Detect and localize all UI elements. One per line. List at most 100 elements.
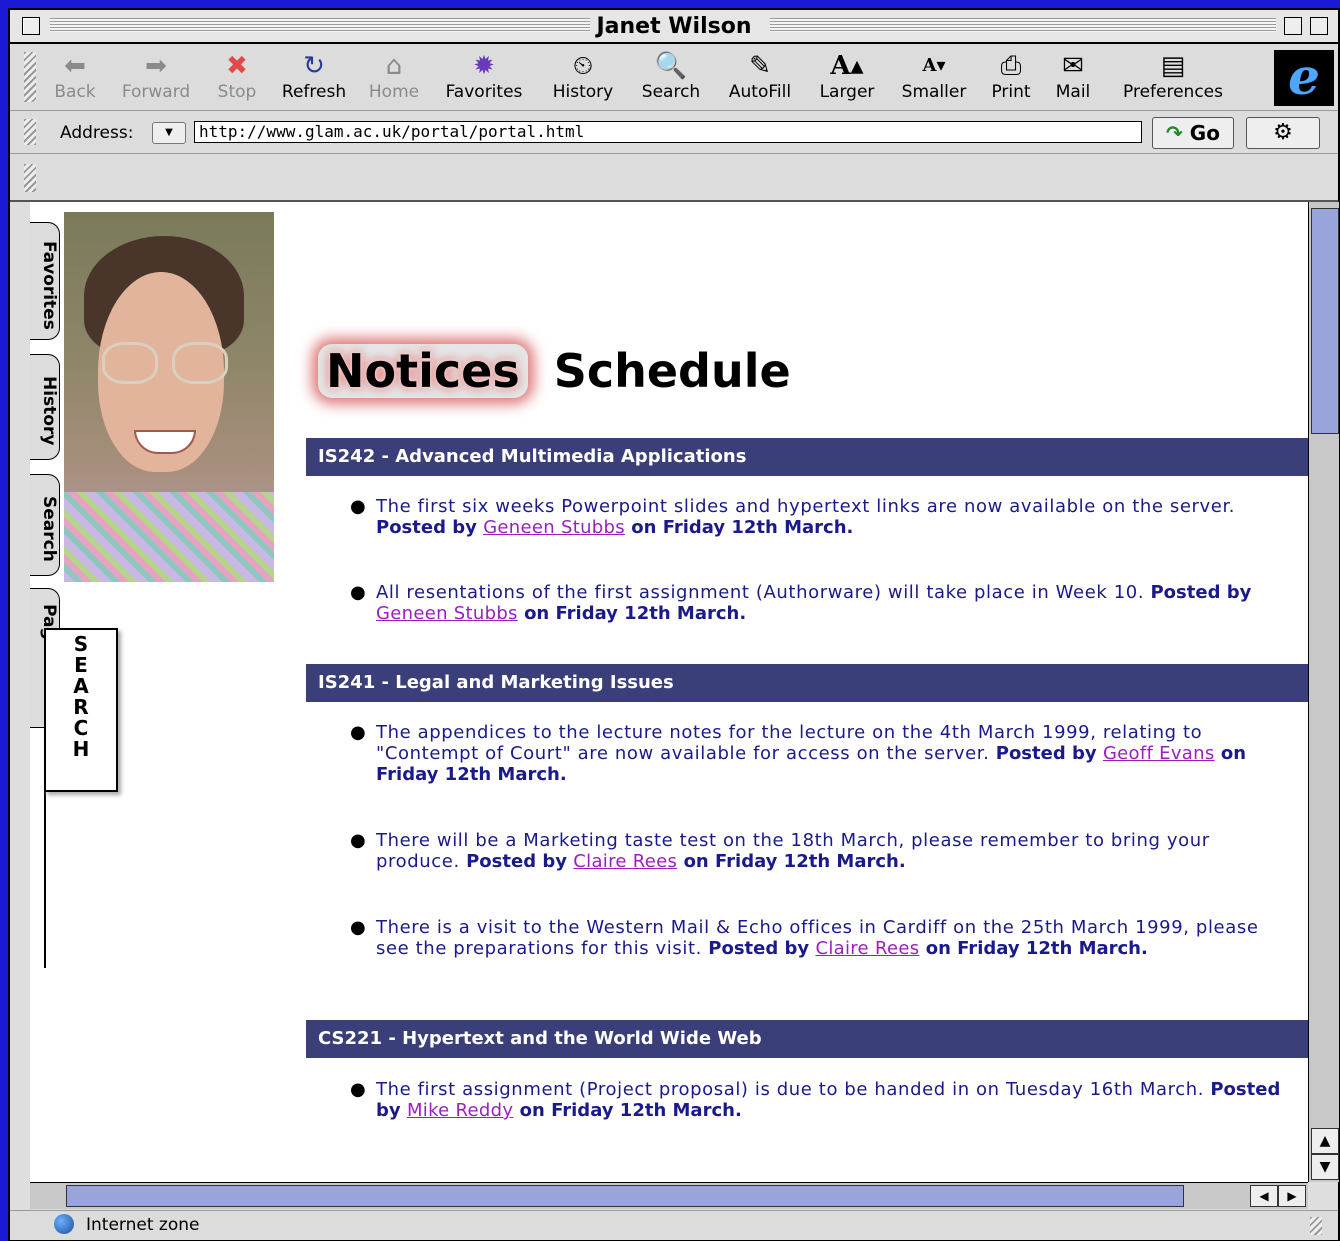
autofill-icon: ✎ [749,51,771,81]
status-bar: Internet zone [10,1210,1338,1240]
notice-date: on Friday 12th March. [524,603,747,624]
search-label: Search [641,82,701,102]
preferences-button[interactable]: ▤ Preferences [1110,50,1236,106]
mail-icon: ✉ [1062,51,1084,81]
resize-grip[interactable] [1310,1217,1322,1235]
search-panel-label: SEARCH [72,632,90,761]
scroll-right-arrow[interactable]: ▶ [1278,1185,1306,1207]
links-grip[interactable] [24,164,36,192]
scroll-left-arrow[interactable]: ◀ [1250,1185,1278,1207]
gear-icon: ⚙ [1273,120,1293,145]
print-button[interactable]: ⎙ Print [984,50,1038,106]
search-button[interactable]: 🔍 Search [636,50,706,106]
posted-by-label: Posted by [466,851,567,872]
notices-heading[interactable]: Notices [318,344,528,398]
larger-label: Larger [819,82,875,102]
address-label: Address: [60,123,134,143]
search-panel-tab[interactable]: SEARCH [44,628,118,792]
posted-by-label: Posted by [376,517,477,538]
vertical-scroll-thumb[interactable] [1311,208,1339,434]
horizontal-scrollbar[interactable]: ◀ ▶ [30,1182,1308,1209]
toolbar-grip[interactable] [24,52,36,102]
globe-icon [54,1214,74,1234]
posted-by-label: Posted by [995,743,1097,764]
collapse-box[interactable] [1310,17,1328,35]
back-button[interactable]: ⬅ Back [50,50,100,106]
mail-label: Mail [1055,82,1091,102]
chevron-down-icon: ▼ [165,127,173,138]
history-icon: ⏲ [572,51,594,81]
notice-date: on Friday 12th March. [519,1100,742,1121]
bullet-icon: ● [350,830,367,851]
address-history-dropdown[interactable]: ▼ [152,122,186,144]
address-grip[interactable] [24,119,36,145]
zoom-box[interactable] [1284,17,1302,35]
smaller-text-icon: A▾ [922,55,946,76]
toolbar: ⬅ Back ➡ Forward ✖ Stop ↻ Refresh ⌂ Home… [10,44,1338,111]
bullet-icon: ● [350,917,367,938]
home-label: Home [368,82,420,102]
home-button[interactable]: ⌂ Home [366,50,422,106]
course-header-cs221: CS221 - Hypertext and the World Wide Web [306,1020,1308,1058]
history-label: History [552,82,614,102]
arrow-left-icon: ◀ [1259,1189,1269,1203]
go-button[interactable]: ↷ Go [1152,117,1234,149]
notice-item: ● All resentations of the first assignme… [350,582,1290,624]
refresh-label: Refresh [281,82,347,102]
title-bar[interactable]: Janet Wilson [10,10,1338,44]
posted-by-label: Posted by [708,938,810,959]
address-input[interactable]: http://www.glam.ac.uk/portal/portal.html [194,121,1142,143]
page-options-button[interactable]: ⚙ [1246,117,1320,149]
print-icon: ⎙ [1000,51,1022,81]
bullet-icon: ● [350,496,367,517]
bullet-icon: ● [350,722,367,743]
notice-text: The first assignment (Project proposal) … [376,1079,1205,1100]
larger-button[interactable]: A▴ Larger [812,50,882,106]
notice-text: All resentations of the first assignment… [376,582,1145,603]
mail-button[interactable]: ✉ Mail [1050,50,1096,106]
author-link[interactable]: Geneen Stubbs [483,517,625,538]
autofill-button[interactable]: ✎ AutoFill [720,50,800,106]
print-label: Print [991,82,1031,102]
forward-button[interactable]: ➡ Forward [114,50,198,106]
schedule-heading[interactable]: Schedule [554,344,791,398]
horizontal-scroll-thumb[interactable] [66,1185,1184,1207]
author-link[interactable]: Claire Rees [573,851,677,872]
sidebar-tab-label: Favorites [39,240,59,330]
smaller-button[interactable]: A▾ Smaller [896,50,972,106]
preferences-label: Preferences [1123,82,1223,102]
portrait-photo [64,212,274,582]
arrow-up-icon: ▲ [1319,1133,1331,1149]
sidebar-tab-history[interactable]: History [30,354,60,460]
status-zone: Internet zone [86,1215,200,1235]
content-viewport: Favorites History Search Page Holder SEA… [30,202,1308,1182]
scroll-down-arrow[interactable]: ▼ [1311,1154,1339,1180]
scroll-up-arrow[interactable]: ▲ [1311,1128,1339,1154]
notice-item: ● The first assignment (Project proposal… [350,1079,1290,1121]
author-link[interactable]: Claire Rees [815,938,919,959]
author-link[interactable]: Geneen Stubbs [376,603,518,624]
notice-date: on Friday 12th March. [631,517,854,538]
preferences-icon: ▤ [1160,51,1186,81]
page-heading: Notices Schedule [318,344,791,404]
author-link[interactable]: Geoff Evans [1103,743,1215,764]
sidebar-tab-search[interactable]: Search [30,474,60,576]
notice-item: ● The appendices to the lecture notes fo… [350,722,1290,785]
bullet-icon: ● [350,582,367,603]
author-link[interactable]: Mike Reddy [407,1100,513,1121]
favorites-button[interactable]: ✹ Favorites [436,50,532,106]
refresh-icon: ↻ [303,51,325,81]
posted-by-label: Posted by [1150,582,1252,603]
notice-date: on Friday 12th March. [683,851,906,872]
notice-item: ● There will be a Marketing taste test o… [350,830,1290,872]
refresh-button[interactable]: ↻ Refresh [274,50,354,106]
notice-item: ● The first six weeks Powerpoint slides … [350,496,1290,538]
vertical-scrollbar[interactable]: ▲ ▼ [1308,202,1339,1182]
ie-logo-icon[interactable]: e [1274,50,1334,106]
stop-button[interactable]: ✖ Stop [212,50,262,106]
go-label: Go [1189,121,1220,145]
photo-glasses-left [102,342,158,384]
sidebar-tab-favorites[interactable]: Favorites [30,222,60,340]
smaller-label: Smaller [901,82,967,102]
history-button[interactable]: ⏲ History [544,50,622,106]
